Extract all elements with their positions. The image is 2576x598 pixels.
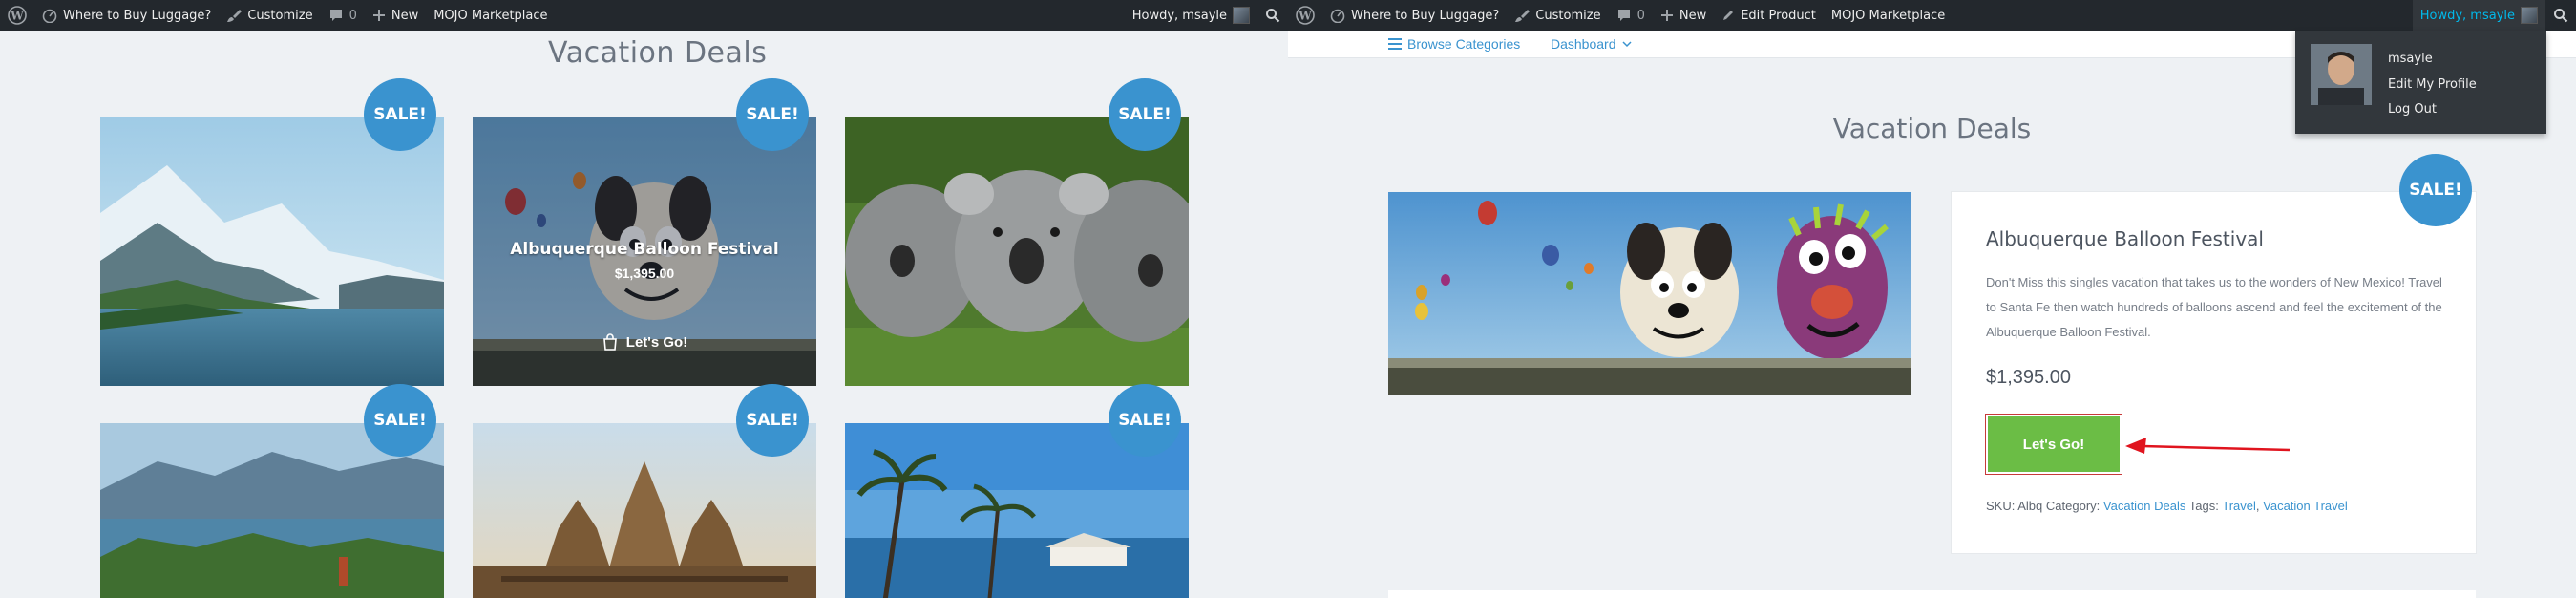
dropdown-username[interactable]: msayle <box>2388 52 2433 66</box>
dashboard-label: Dashboard <box>1551 36 1616 52</box>
admin-edit-product[interactable]: Edit Product <box>1714 0 1824 31</box>
admin-new-label: New <box>1679 8 1707 23</box>
admin-bar: W Where to Buy Luggage? Customize 0 New … <box>0 0 1288 31</box>
admin-site-name[interactable]: Where to Buy Luggage? <box>1322 0 1507 31</box>
dashboard-icon <box>1330 9 1345 23</box>
paintbrush-icon <box>1515 10 1531 22</box>
hover-lets-go-label: Let's Go! <box>625 333 688 351</box>
category-link-vacation-deals[interactable]: Vacation Deals <box>2103 499 2185 513</box>
admin-customize-label: Customize <box>1535 8 1601 23</box>
dashboard-icon <box>42 9 57 23</box>
tag-link-travel[interactable]: Travel <box>2222 499 2256 513</box>
product-hover-overlay: Albuquerque Balloon Festival $1,395.00 L… <box>473 117 816 386</box>
related-products-card <box>1388 590 2476 598</box>
sale-badge: SALE! <box>1109 384 1181 457</box>
admin-comments[interactable]: 0 <box>1609 0 1653 31</box>
left-panel-shop-grid: W Where to Buy Luggage? Customize 0 New … <box>0 0 1288 598</box>
admin-marketplace[interactable]: MOJO Marketplace <box>1824 0 1953 31</box>
sale-badge: SALE! <box>736 384 809 457</box>
svg-text:W: W <box>1298 10 1312 23</box>
product-image-glacier <box>100 117 444 386</box>
tags-label: Tags: <box>2188 499 2219 513</box>
admin-new[interactable]: New <box>365 0 426 31</box>
right-panel-product-detail: Browse Categories Dashboard Vacation Dea… <box>1288 0 2576 598</box>
browse-categories-link[interactable]: Browse Categories <box>1388 31 1520 57</box>
product-detail-card: Albuquerque Balloon Festival Don't Miss … <box>1952 154 2476 553</box>
svg-text:W: W <box>10 10 24 23</box>
plus-icon <box>1660 10 1673 21</box>
admin-marketplace[interactable]: MOJO Marketplace <box>426 0 555 31</box>
product-card-koalas[interactable]: SALE! <box>845 78 1189 386</box>
product-title: Albuquerque Balloon Festival <box>1986 227 2264 250</box>
product-description: Don't Miss this singles vacation that ta… <box>1986 275 2442 339</box>
tag-separator: , <box>2255 499 2260 513</box>
admin-comments-count: 0 <box>1636 8 1645 23</box>
dropdown-logout[interactable]: Log Out <box>2388 102 2437 117</box>
admin-customize[interactable]: Customize <box>219 0 320 31</box>
product-price: $1,395.00 <box>1986 367 2071 388</box>
admin-howdy[interactable]: Howdy, msayle <box>1125 0 1257 31</box>
lets-go-button[interactable]: Let's Go! <box>1988 416 2120 472</box>
tag-link-vacation-travel[interactable]: Vacation Travel <box>2263 499 2348 513</box>
product-card-beach[interactable]: SALE! <box>845 384 1189 598</box>
hamburger-menu-icon <box>1388 38 1402 50</box>
sale-badge: SALE! <box>364 78 436 151</box>
sale-badge: SALE! <box>736 78 809 151</box>
plus-icon <box>372 10 385 21</box>
user-profile-photo <box>2311 44 2372 105</box>
product-card-balloon-festival[interactable]: Albuquerque Balloon Festival $1,395.00 L… <box>473 78 816 386</box>
hover-card-price: $1,395.00 <box>614 266 675 281</box>
admin-marketplace-label: MOJO Marketplace <box>433 8 548 23</box>
category-label: Category: <box>2045 499 2101 513</box>
section-title: Vacation Deals <box>548 36 768 70</box>
admin-howdy[interactable]: Howdy, msayle <box>2412 0 2545 31</box>
sale-badge: SALE! <box>1109 78 1181 151</box>
comment-bubble-icon <box>329 10 342 21</box>
annotation-arrow-icon <box>2125 438 2291 454</box>
product-image-koalas <box>845 117 1189 386</box>
admin-new-label: New <box>391 8 419 23</box>
admin-new[interactable]: New <box>1653 0 1714 31</box>
hover-lets-go-button[interactable]: Let's Go! <box>473 333 816 351</box>
admin-edit-product-label: Edit Product <box>1741 8 1816 23</box>
sale-badge: SALE! <box>364 384 436 457</box>
admin-customize-label: Customize <box>247 8 313 23</box>
admin-search-icon[interactable] <box>1257 0 1288 31</box>
product-card-tropical-bay[interactable]: SALE! <box>100 384 444 598</box>
wordpress-logo-icon[interactable]: W <box>0 0 34 31</box>
pencil-icon <box>1723 11 1734 20</box>
admin-site-name[interactable]: Where to Buy Luggage? <box>34 0 219 31</box>
product-card-glacier[interactable]: SALE! <box>100 78 444 386</box>
user-account-dropdown: msayle Edit My Profile Log Out <box>2295 31 2546 134</box>
paintbrush-icon <box>227 10 243 22</box>
admin-bar: W Where to Buy Luggage? Customize 0 New … <box>1288 0 2576 31</box>
dashboard-menu[interactable]: Dashboard <box>1551 31 1632 57</box>
admin-comments[interactable]: 0 <box>321 0 365 31</box>
sale-badge: SALE! <box>2399 154 2472 226</box>
dropdown-edit-profile[interactable]: Edit My Profile <box>2388 77 2477 92</box>
hover-card-title[interactable]: Albuquerque Balloon Festival <box>473 240 816 259</box>
sku-value: Albq <box>2017 499 2043 513</box>
admin-howdy-label: Howdy, msayle <box>2419 8 2515 23</box>
admin-search-icon[interactable] <box>2545 0 2576 31</box>
wordpress-logo-icon[interactable]: W <box>1288 0 1322 31</box>
product-meta: SKU: Albq Category: Vacation Deals Tags:… <box>1986 499 2348 513</box>
admin-site-name-label: Where to Buy Luggage? <box>63 8 212 23</box>
browse-categories-label: Browse Categories <box>1407 36 1521 52</box>
admin-site-name-label: Where to Buy Luggage? <box>1351 8 1500 23</box>
comment-bubble-icon <box>1617 10 1630 21</box>
product-card-temple[interactable]: SALE! <box>473 384 816 598</box>
admin-marketplace-label: MOJO Marketplace <box>1830 8 1946 23</box>
admin-comments-count: 0 <box>348 8 357 23</box>
admin-howdy-label: Howdy, msayle <box>1131 8 1227 23</box>
screenshot-stage: W Where to Buy Luggage? Customize 0 New … <box>0 0 2576 598</box>
shopping-bag-icon <box>602 333 617 351</box>
lets-go-button-highlight: Let's Go! <box>1985 414 2122 475</box>
chevron-down-icon <box>1621 41 1632 48</box>
admin-customize[interactable]: Customize <box>1507 0 1608 31</box>
product-hero-image <box>1388 192 1911 395</box>
admin-avatar <box>2521 7 2538 24</box>
sku-label: SKU: <box>1986 499 2016 513</box>
admin-avatar <box>1233 7 1250 24</box>
